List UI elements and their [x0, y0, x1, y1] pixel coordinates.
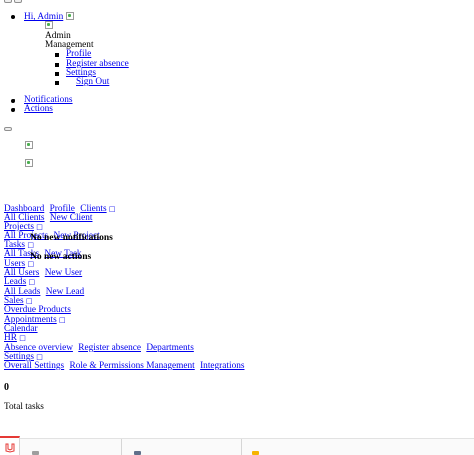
actions-empty-text: No new actions [30, 252, 92, 262]
avatar-image-icon [65, 12, 74, 20]
sign-out-link[interactable]: Sign Out [76, 77, 109, 87]
sidebar-row-leads-header: Leads □ [4, 277, 36, 287]
chevron-down-icon: □ [28, 278, 36, 286]
sidebar-row-sales: Overdue Products [4, 305, 71, 315]
chevron-down-icon: □ [36, 223, 43, 231]
sidebar-item-role-permissions[interactable]: Role & Permissions Management [70, 361, 195, 371]
chevron-down-icon: □ [25, 297, 33, 305]
sidebar-item-new-client[interactable]: New Client [50, 213, 93, 223]
sidebar-item-departments[interactable]: Departments [146, 343, 194, 353]
sidebar-item-leads[interactable]: Leads [4, 277, 26, 287]
sidebar-row-hr-header: HR □ [4, 333, 26, 343]
chevron-down-icon: □ [36, 353, 43, 361]
page-icon [32, 451, 39, 455]
logo-small-icon [25, 159, 33, 167]
sidebar-row-settings: Overall Settings Role & Permissions Mana… [4, 361, 244, 371]
greeting-link[interactable]: Hi, Admin [24, 12, 63, 22]
top-toggle-button-1[interactable] [4, 0, 12, 3]
tab-1[interactable] [20, 439, 122, 455]
total-tasks-value: 0 [4, 382, 9, 393]
folder-icon [252, 451, 259, 455]
submenu-item-sign-out: Sign Out [54, 77, 109, 87]
sidebar-item-overdue-products[interactable]: Overdue Products [4, 305, 71, 315]
logo-icon [25, 141, 33, 149]
sidebar-item-register-absence[interactable]: Register absence [78, 343, 141, 353]
chevron-down-icon: □ [19, 334, 26, 342]
bottom-tab-bar [0, 436, 474, 455]
app-logo-icon [5, 443, 15, 453]
sidebar-item-new-user[interactable]: New User [45, 268, 82, 278]
tab-2[interactable] [122, 439, 242, 455]
notifications-empty-text: No new notifications [30, 233, 113, 243]
top-toggle-button-2[interactable] [14, 0, 22, 3]
submenu-item-profile: Profile [54, 49, 91, 59]
logo-image-1 [25, 141, 33, 151]
chevron-down-icon: □ [59, 316, 66, 324]
logo-image-2 [25, 159, 33, 169]
profile-link[interactable]: Profile [66, 49, 91, 59]
tab-3[interactable] [242, 439, 474, 455]
tab-active[interactable] [0, 436, 20, 455]
avatar [45, 21, 53, 31]
sidebar-item-overall-settings[interactable]: Overall Settings [4, 361, 64, 371]
actions-item: Actions [11, 104, 53, 114]
chevron-down-icon: □ [108, 205, 116, 213]
sidebar-item-new-lead[interactable]: New Lead [46, 287, 84, 297]
document-icon [134, 451, 141, 455]
sidebar-toggle-button[interactable] [4, 127, 12, 131]
sidebar-item-hr[interactable]: HR [4, 333, 17, 343]
total-tasks-label: Total tasks [4, 402, 44, 412]
broken-image-icon [45, 21, 53, 29]
actions-link[interactable]: Actions [24, 104, 53, 114]
sidebar-item-integrations[interactable]: Integrations [200, 361, 244, 371]
